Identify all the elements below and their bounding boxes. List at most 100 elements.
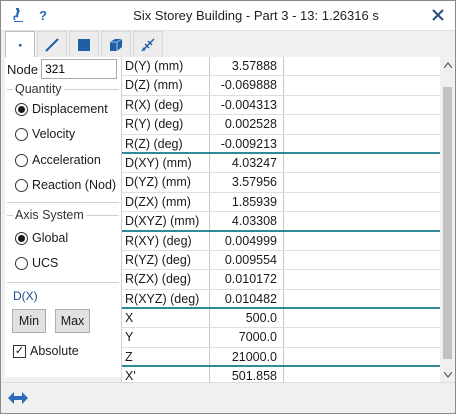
radio-acceleration[interactable]: Acceleration	[15, 153, 101, 167]
quantity-title: Quantity	[13, 82, 64, 96]
table-row[interactable]: D(Z) (mm) -0.069888	[122, 76, 441, 96]
row-value: 1.85939	[210, 192, 284, 212]
results-table[interactable]: D(Y) (mm) 3.57888 D(Z) (mm) -0.069888 R(X) (…	[121, 57, 441, 382]
row-label: R(ZX) (deg)	[122, 270, 210, 289]
radio-displacement[interactable]: Displacement	[15, 102, 108, 116]
bottom-bar	[1, 382, 455, 413]
resize-horizontal-icon[interactable]	[7, 390, 29, 406]
square-icon	[78, 38, 90, 51]
title-bar[interactable]: ? Six Storey Building - Part 3 - 13: 1.2…	[1, 1, 455, 31]
radio-label: Velocity	[32, 127, 76, 141]
min-button[interactable]: Min	[12, 309, 46, 333]
radio-button[interactable]	[15, 231, 28, 245]
row-label: Z	[122, 347, 210, 366]
scroll-down-icon[interactable]	[440, 367, 455, 382]
row-label: X'	[122, 367, 210, 382]
table-row[interactable]: D(YZ) (mm) 3.57956	[122, 173, 441, 193]
row-label: D(Y) (mm)	[122, 57, 210, 76]
window-title: Six Storey Building - Part 3 - 13: 1.263…	[133, 8, 379, 23]
row-label: D(YZ) (mm)	[122, 173, 210, 192]
table-row[interactable]: R(XY) (deg) 0.004999	[122, 231, 441, 251]
tab-line[interactable]	[37, 31, 67, 57]
radio-button[interactable]	[15, 127, 28, 141]
tab-link[interactable]	[133, 31, 163, 57]
tab-plate[interactable]	[69, 31, 99, 57]
scrollbar-thumb[interactable]	[443, 87, 452, 359]
close-icon[interactable]	[427, 4, 449, 26]
row-value: -0.069888	[210, 76, 284, 95]
row-label: D(XY) (mm)	[122, 153, 210, 173]
row-value: 0.010482	[210, 289, 284, 308]
node-input[interactable]	[41, 59, 118, 79]
axis-system-title: Axis System	[13, 208, 86, 222]
row-value: 500.0	[210, 309, 284, 328]
tab-strip	[5, 31, 165, 58]
radio-label: Reaction (Nod)	[32, 178, 117, 192]
row-value: 0.004999	[210, 231, 284, 250]
radio-global[interactable]: Global	[15, 231, 68, 245]
tab-node[interactable]	[5, 31, 35, 58]
absolute-label: Absolute	[30, 344, 79, 358]
row-value: 4.03308	[210, 212, 284, 230]
row-value: 0.002528	[210, 115, 284, 134]
table-row[interactable]: R(Z) (deg) -0.009213	[122, 134, 441, 154]
radio-button[interactable]	[15, 178, 28, 192]
help-button[interactable]: ?	[34, 6, 52, 24]
row-label: R(Z) (deg)	[122, 134, 210, 152]
table-row[interactable]: X 500.0	[122, 309, 441, 329]
row-value: 4.03247	[210, 153, 284, 173]
radio-ucs[interactable]: UCS	[15, 256, 58, 270]
absolute-checkbox-row[interactable]: ✓ Absolute	[13, 344, 79, 358]
table-row[interactable]: X' 501.858	[122, 367, 441, 382]
radio-reaction[interactable]: Reaction (Nod)	[15, 178, 116, 192]
table-row[interactable]: Z 21000.0	[122, 347, 441, 368]
table-row[interactable]: R(X) (deg) -0.004313	[122, 95, 441, 116]
table-row[interactable]: D(XYZ) (mm) 4.03308	[122, 212, 441, 232]
row-value: 3.57888	[210, 57, 284, 76]
radio-button[interactable]	[15, 256, 28, 270]
table-row[interactable]: D(Y) (mm) 3.57888	[122, 57, 441, 77]
scroll-up-icon[interactable]	[440, 57, 455, 72]
row-label: R(X) (deg)	[122, 95, 210, 115]
radio-button[interactable]	[15, 153, 28, 167]
radio-label: Global	[32, 231, 69, 245]
table-row[interactable]: Y 7000.0	[122, 328, 441, 348]
row-label: X	[122, 309, 210, 328]
dx-title: D(X)	[13, 289, 38, 303]
row-label: Y	[122, 328, 210, 347]
absolute-checkbox[interactable]: ✓	[13, 344, 26, 358]
row-value: 7000.0	[210, 328, 284, 347]
row-label: R(XYZ) (deg)	[122, 289, 210, 308]
row-value: -0.004313	[210, 95, 284, 115]
quantity-group: Quantity Displacement Velocity Accelerat…	[7, 82, 119, 203]
table-body: D(Y) (mm) 3.57888 D(Z) (mm) -0.069888 R(X) (…	[122, 57, 441, 382]
row-label: D(Z) (mm)	[122, 76, 210, 95]
window: ? Six Storey Building - Part 3 - 13: 1.2…	[0, 0, 456, 414]
row-label: D(ZX) (mm)	[122, 192, 210, 212]
table-row[interactable]: R(YZ) (deg) 0.009554	[122, 250, 441, 271]
vertical-scrollbar[interactable]	[440, 57, 455, 382]
radio-velocity[interactable]: Velocity	[15, 127, 75, 141]
row-label: D(XYZ) (mm)	[122, 212, 210, 230]
line-icon	[45, 37, 59, 52]
table-row[interactable]: R(XYZ) (deg) 0.010482	[122, 289, 441, 310]
tab-brick[interactable]	[101, 31, 131, 57]
row-value: 0.009554	[210, 250, 284, 270]
row-value: 3.57956	[210, 173, 284, 192]
radio-label: Acceleration	[32, 153, 101, 167]
table-row[interactable]: R(Y) (deg) 0.002528	[122, 115, 441, 135]
table-row[interactable]: R(ZX) (deg) 0.010172	[122, 270, 441, 290]
radio-label: UCS	[32, 256, 59, 270]
radio-label: Displacement	[32, 102, 108, 116]
table-row[interactable]: D(ZX) (mm) 1.85939	[122, 192, 441, 213]
row-value: 21000.0	[210, 347, 284, 366]
row-label: R(YZ) (deg)	[122, 250, 210, 270]
microscope-icon[interactable]	[9, 6, 27, 24]
node-row: Node	[7, 59, 118, 79]
link-icon	[141, 38, 155, 51]
cube-icon	[110, 38, 123, 51]
axis-system-group: Axis System Global UCS	[7, 208, 119, 283]
max-button[interactable]: Max	[55, 309, 90, 333]
radio-button[interactable]	[15, 102, 28, 116]
table-row[interactable]: D(XY) (mm) 4.03247	[122, 153, 441, 174]
